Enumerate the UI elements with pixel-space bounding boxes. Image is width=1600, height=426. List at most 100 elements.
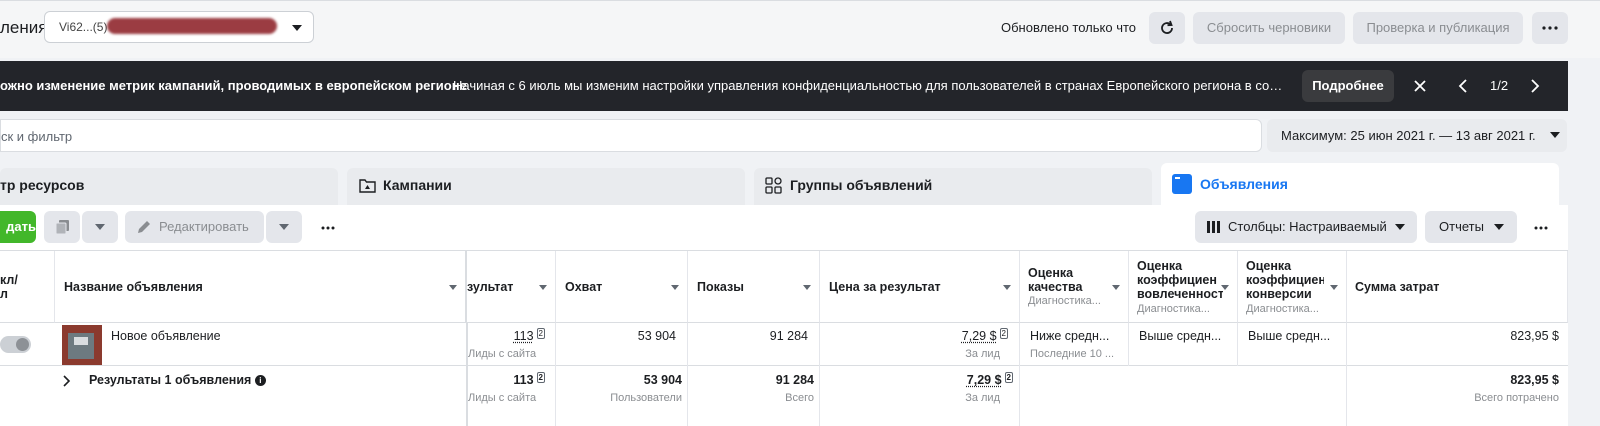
tab-label: Группы объявлений: [790, 177, 933, 193]
column-label: кл/ л: [0, 273, 18, 301]
column-label: Цена за результат: [829, 280, 941, 294]
column-label: Показы: [697, 280, 744, 294]
column-label: Оценка коэффициен вовлеченност: [1137, 259, 1223, 301]
column-header-name[interactable]: Название объявления: [55, 251, 467, 323]
quality-sub: Последние 10 ...: [1030, 348, 1115, 360]
caret-down-icon: [278, 223, 290, 231]
info-badge-icon: 2: [999, 328, 1008, 339]
summary-spend-sub: Всего потрачено: [1474, 392, 1559, 404]
column-header-quality[interactable]: Оценка качества Диагностика...: [1020, 251, 1129, 323]
redaction-mark: [107, 18, 277, 34]
edit-label: Редактировать: [159, 219, 249, 234]
column-label: Сумма затрат: [1355, 280, 1440, 294]
info-badge-icon: 2: [1004, 372, 1013, 383]
sort-arrow-icon: [1003, 285, 1011, 290]
tab-ad-sets[interactable]: Группы объявлений: [754, 168, 1152, 205]
reports-label: Отчеты: [1439, 219, 1484, 234]
sort-arrow-icon: [1330, 285, 1338, 290]
edit-menu-button[interactable]: [266, 211, 302, 243]
tab-resources[interactable]: тр ресурсов: [0, 168, 338, 205]
summary-impressions: 91 284: [775, 373, 814, 387]
conversion-value: Выше средн...: [1248, 329, 1331, 343]
refresh-icon: [1158, 19, 1176, 37]
pencil-icon: [136, 219, 152, 235]
reset-drafts-button[interactable]: Сбросить черновики: [1193, 12, 1345, 44]
column-header-result[interactable]: зультат: [467, 251, 556, 323]
summary-result-sub: Лиды с сайта: [468, 392, 537, 404]
toggle-knob: [16, 338, 29, 351]
summary-label-text: Результаты 1 объявления: [89, 373, 252, 387]
column-divider: [1237, 323, 1238, 366]
column-sublabel: Диагностика...: [1137, 303, 1210, 315]
sort-arrow-icon: [1221, 285, 1229, 290]
caret-down-icon: [1549, 131, 1561, 139]
create-button[interactable]: дать: [0, 211, 36, 243]
info-badge-icon: 2: [536, 328, 545, 339]
column-header-engagement[interactable]: Оценка коэффициен вовлеченност Диагности…: [1129, 251, 1238, 323]
account-select-value: Vi62...(5): [59, 20, 108, 34]
column-sublabel: Диагностика...: [1246, 303, 1319, 315]
column-header-conversion[interactable]: Оценка коэффициен конверсии Диагностика.…: [1238, 251, 1347, 323]
result-number: 113: [513, 329, 534, 343]
duplicate-button[interactable]: [44, 211, 80, 243]
tab-ads[interactable]: Объявления: [1161, 163, 1559, 205]
notice-banner: ожно изменение метрик кампаний, проводим…: [0, 61, 1568, 111]
page-title: ления: [0, 18, 48, 37]
sort-arrow-icon: [449, 285, 457, 290]
column-label: Оценка коэффициен конверсии: [1246, 259, 1324, 301]
sort-arrow-icon: [539, 285, 547, 290]
ad-name-link[interactable]: Новое объявление: [111, 329, 221, 343]
summary-impressions-sub: Всего: [785, 392, 814, 404]
more-options-button[interactable]: [1532, 12, 1568, 44]
duplicate-icon: [55, 219, 70, 235]
cost-value: 7,29 $2: [820, 328, 1008, 343]
search-filter-input[interactable]: ск и фильтр: [0, 119, 1262, 152]
date-range-picker[interactable]: Максимум: 25 июн 2021 г. — 13 авг 2021 г…: [1267, 119, 1567, 152]
account-select[interactable]: Vi62...(5): [44, 11, 314, 43]
column-label: Охват: [565, 280, 603, 294]
more-options-button[interactable]: [313, 218, 341, 238]
column-header-spend[interactable]: Сумма затрат: [1347, 251, 1568, 323]
column-header-reach[interactable]: Охват: [556, 251, 688, 323]
spend-value: 823,95 $: [1510, 329, 1559, 343]
info-badge-icon: 2: [536, 372, 545, 383]
column-label: зультат: [467, 280, 514, 294]
summary-result: 113 2: [470, 372, 545, 387]
column-divider: [687, 323, 688, 426]
ad-thumbnail: [62, 325, 102, 365]
tab-campaigns[interactable]: Кампании: [347, 168, 745, 205]
reports-button[interactable]: Отчеты: [1425, 211, 1517, 243]
edit-button[interactable]: Редактировать: [125, 211, 264, 243]
tab-label: Кампании: [383, 177, 452, 193]
sort-arrow-icon: [1112, 285, 1120, 290]
row-toggle-switch[interactable]: [0, 336, 31, 353]
summary-cost-number: 7,29 $: [966, 373, 1002, 387]
close-icon[interactable]: [1412, 78, 1428, 94]
result-value: 113 2: [470, 328, 545, 343]
banner-text: Начиная с 6 июль мы изменим настройки уп…: [453, 78, 1285, 93]
cost-sub: За лид: [965, 348, 1000, 360]
column-header-impressions[interactable]: Показы: [688, 251, 820, 323]
chevron-right-icon[interactable]: [62, 375, 72, 387]
column-divider: [555, 323, 556, 426]
tab-label: Объявления: [1200, 176, 1288, 192]
review-publish-button[interactable]: Проверка и публикация: [1353, 12, 1523, 44]
column-header-cost[interactable]: Цена за результат: [820, 251, 1020, 323]
column-sublabel: Диагностика...: [1028, 295, 1101, 307]
info-icon[interactable]: i: [254, 375, 266, 386]
chevron-left-icon[interactable]: [1456, 78, 1470, 94]
summary-reach-sub: Пользователи: [610, 392, 682, 404]
duplicate-menu-button[interactable]: [82, 211, 118, 243]
column-header-toggle[interactable]: кл/ л: [0, 251, 55, 323]
banner-more-button[interactable]: Подробнее: [1302, 70, 1394, 102]
summary-result-number: 113: [513, 373, 534, 387]
summary-cost: 7,29 $2: [820, 372, 1013, 387]
refresh-button[interactable]: [1149, 12, 1185, 44]
folder-icon: [359, 178, 376, 193]
column-divider: [1346, 323, 1347, 426]
chevron-right-icon[interactable]: [1528, 78, 1542, 94]
more-options-button[interactable]: [1528, 218, 1556, 238]
columns-button[interactable]: Столбцы: Настраиваемый: [1195, 211, 1417, 243]
quality-value: Ниже средн...: [1030, 329, 1110, 343]
column-divider: [819, 323, 820, 426]
